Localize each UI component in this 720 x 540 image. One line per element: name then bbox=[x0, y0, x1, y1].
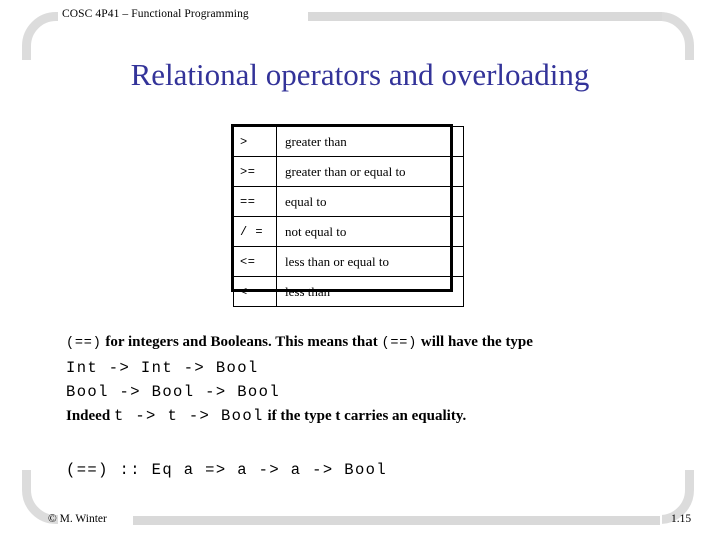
operator-symbol: <= bbox=[233, 246, 277, 277]
operator-symbol: > bbox=[233, 126, 277, 157]
operator-table-body: > greater than >= greater than or equal … bbox=[233, 126, 464, 307]
page-title: Relational operators and overloading bbox=[130, 57, 590, 92]
frame-mask-right bbox=[684, 60, 704, 470]
body-text-block: (==) for integers and Booleans. This mea… bbox=[66, 330, 666, 428]
operator-symbol: == bbox=[233, 186, 277, 217]
operator-description: not equal to bbox=[276, 216, 464, 247]
operator-description: greater than bbox=[276, 126, 464, 157]
slide: COSC 4P41 – Functional Programming Relat… bbox=[0, 0, 720, 540]
final-type-signature: (==) :: Eq a => a -> a -> Bool bbox=[66, 461, 388, 479]
body-line-4: Indeed t -> t -> Bool if the type t carr… bbox=[66, 404, 666, 428]
table-row: < less than bbox=[233, 276, 464, 307]
body-line-1: (==) for integers and Booleans. This mea… bbox=[66, 330, 666, 356]
body-line-4-code: t -> t -> Bool bbox=[113, 407, 264, 425]
body-line-1-code-1: (==) bbox=[66, 336, 102, 351]
operator-table: > greater than >= greater than or equal … bbox=[233, 126, 464, 307]
header-decorative-bar bbox=[308, 12, 662, 21]
operator-description: greater than or equal to bbox=[276, 156, 464, 187]
body-line-1-code-2: (==) bbox=[381, 336, 418, 351]
operator-symbol: / = bbox=[233, 216, 277, 247]
table-row: <= less than or equal to bbox=[233, 246, 464, 277]
table-row: / = not equal to bbox=[233, 216, 464, 247]
body-line-1-text-2: will have the type bbox=[420, 334, 533, 350]
operator-description: equal to bbox=[276, 186, 464, 217]
footer-decorative-bar bbox=[133, 516, 660, 525]
operator-description: less than bbox=[276, 276, 464, 307]
operator-description: less than or equal to bbox=[276, 246, 464, 277]
table-row: == equal to bbox=[233, 186, 464, 217]
body-line-3: Bool -> Bool -> Bool bbox=[66, 380, 666, 404]
course-header-label: COSC 4P41 – Functional Programming bbox=[62, 8, 249, 20]
body-line-3-code: Bool -> Bool -> Bool bbox=[66, 383, 281, 401]
footer-slide-number: 1.15 bbox=[671, 513, 692, 525]
body-line-2-code: Int -> Int -> Bool bbox=[66, 359, 259, 377]
body-line-4-text-2: if the type t carries an equality. bbox=[267, 408, 467, 424]
operator-symbol: < bbox=[233, 276, 277, 307]
table-row: >= greater than or equal to bbox=[233, 156, 464, 187]
footer-copyright: © M. Winter bbox=[48, 513, 107, 525]
body-line-1-text-1b: for integers and Booleans. This means th… bbox=[105, 334, 378, 350]
table-row: > greater than bbox=[233, 126, 464, 157]
operator-symbol: >= bbox=[233, 156, 277, 187]
frame-mask-left bbox=[18, 60, 36, 470]
body-line-4-text-1: Indeed bbox=[66, 408, 111, 424]
body-line-2: Int -> Int -> Bool bbox=[66, 356, 666, 380]
